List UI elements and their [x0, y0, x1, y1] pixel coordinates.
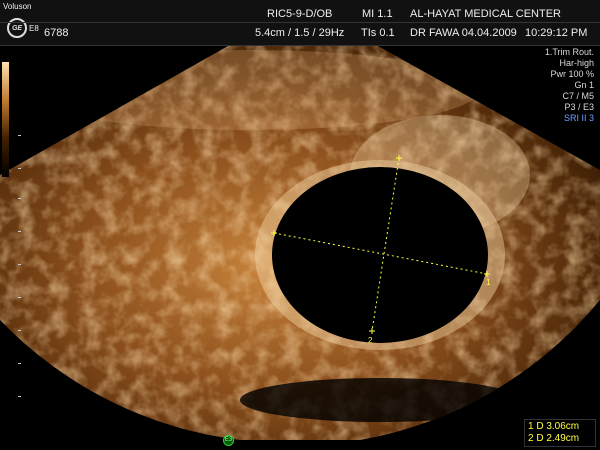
acquisition-params: 1.Trim Rout. Har-high Pwr 100 % Gn 1 C7 … — [545, 47, 594, 124]
depth-tick — [18, 198, 21, 199]
orientation-marker-icon: E3 — [223, 435, 234, 446]
depth-tick — [18, 396, 21, 397]
param-preset: 1.Trim Rout. — [544, 47, 594, 57]
depth-tick — [18, 264, 21, 265]
depth-tick — [18, 168, 21, 169]
caliper-label-2: 2 — [368, 336, 373, 345]
param-sri: SRI II 3 — [563, 113, 594, 123]
grayscale-bar — [2, 62, 9, 177]
depth-tick — [18, 330, 21, 331]
depth-tick — [18, 297, 21, 298]
depth-tick — [18, 231, 21, 232]
param-p-e: P3 / E3 — [564, 102, 594, 112]
param-power: Pwr 100 % — [550, 69, 594, 79]
param-c-m: C7 / M5 — [562, 91, 594, 101]
measurement-2: 2 D 2.49cm — [528, 433, 580, 444]
sector-fan — [0, 46, 600, 440]
param-gain: Gn 1 — [574, 80, 594, 90]
ultrasound-image: 1 2 — [0, 46, 600, 440]
caliper-label-1: 1 — [486, 278, 491, 287]
depth-tick — [18, 135, 21, 136]
param-harmonic: Har-high — [559, 58, 594, 68]
measurement-1: 1 D 3.06cm — [528, 421, 580, 432]
measurement-results: 1 D 3.06cm 2 D 2.49cm — [524, 419, 596, 447]
depth-tick — [18, 363, 21, 364]
